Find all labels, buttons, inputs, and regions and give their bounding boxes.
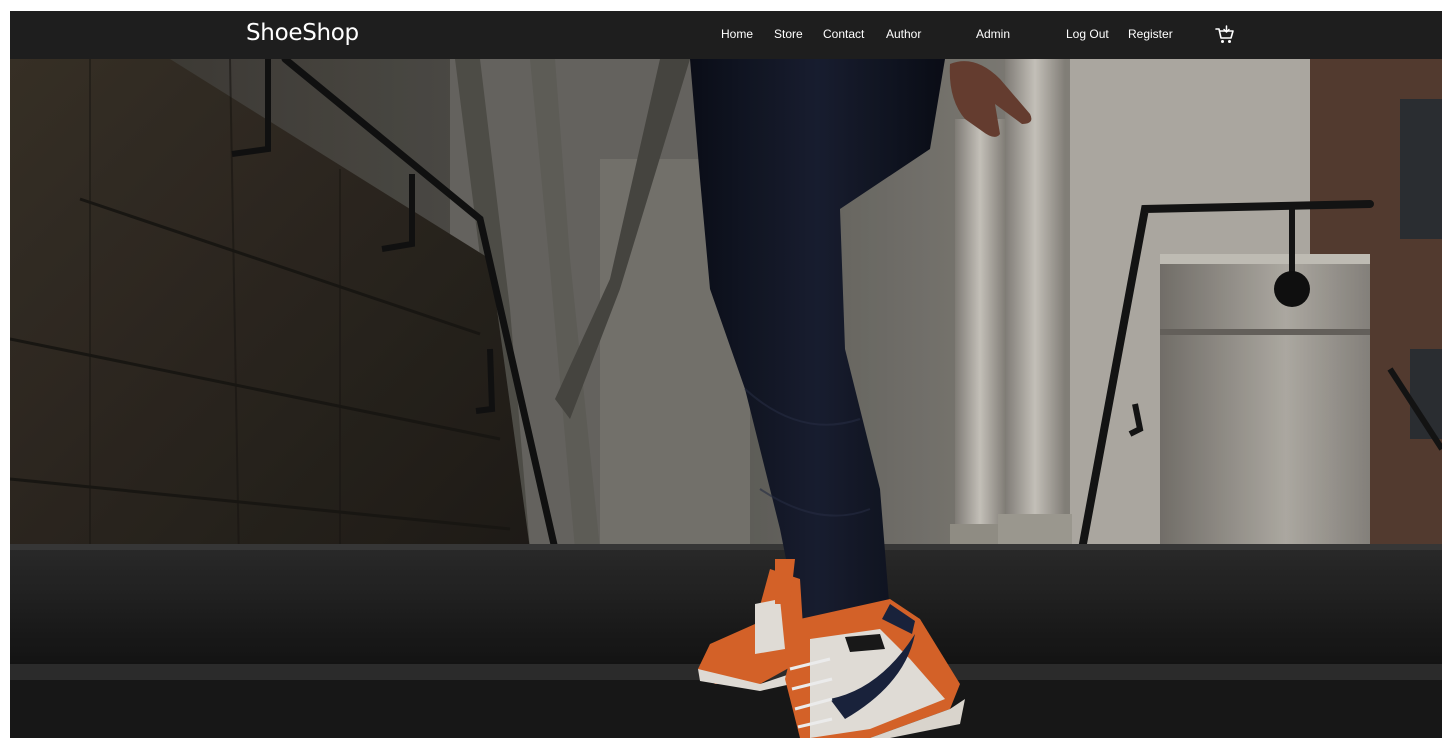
nav-store-link[interactable]: Store <box>774 27 803 41</box>
shopping-cart-icon[interactable] <box>1214 24 1236 46</box>
brand-logo[interactable]: ShoeShop <box>246 20 359 46</box>
page: ShoeShop Home Store Contact Author Admin… <box>10 11 1442 738</box>
nav-admin-link[interactable]: Admin <box>976 27 1010 41</box>
navbar: ShoeShop Home Store Contact Author Admin… <box>10 11 1442 59</box>
nav-author-link[interactable]: Author <box>886 27 921 41</box>
nav-home-link[interactable]: Home <box>721 27 753 41</box>
nav-register-link[interactable]: Register <box>1128 27 1173 41</box>
nav-logout-link[interactable]: Log Out <box>1066 27 1109 41</box>
nav-contact-link[interactable]: Contact <box>823 27 864 41</box>
hero-image <box>10 59 1442 738</box>
